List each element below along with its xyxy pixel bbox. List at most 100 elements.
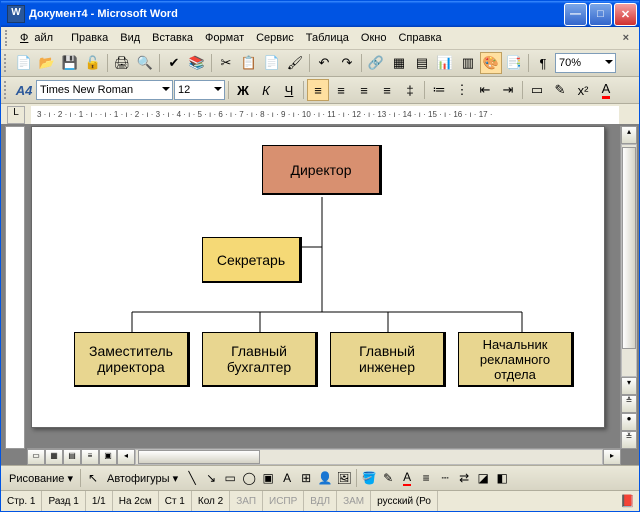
view-web-icon[interactable]: ▦: [45, 449, 63, 465]
font-color-icon[interactable]: A: [398, 469, 416, 487]
copy-icon[interactable]: 📋: [238, 52, 260, 74]
menu-window[interactable]: Окно: [355, 30, 393, 46]
menu-insert[interactable]: Вставка: [146, 30, 199, 46]
node-sub-0[interactable]: Заместитель директора: [74, 332, 190, 387]
textbox-icon[interactable]: ▣: [259, 469, 277, 487]
superscript-icon[interactable]: x²: [572, 79, 594, 101]
font-color-icon[interactable]: A: [595, 79, 617, 101]
increase-indent-icon[interactable]: ⇥: [497, 79, 519, 101]
drawing-icon[interactable]: 🎨: [480, 52, 502, 74]
line-icon[interactable]: ╲: [183, 469, 201, 487]
excel-icon[interactable]: 📊: [434, 52, 456, 74]
font-dropdown[interactable]: Times New Roman: [36, 80, 173, 100]
doc-map-icon[interactable]: 📑: [503, 52, 525, 74]
toolbar-grip[interactable]: [4, 81, 10, 99]
menu-format[interactable]: Формат: [199, 30, 250, 46]
menu-table[interactable]: Таблица: [300, 30, 355, 46]
save-icon[interactable]: 💾: [59, 52, 81, 74]
bold-icon[interactable]: Ж: [232, 79, 254, 101]
format-painter-icon[interactable]: 🖌: [284, 52, 306, 74]
maximize-button[interactable]: □: [589, 3, 612, 26]
redo-icon[interactable]: ↷: [336, 52, 358, 74]
tables-borders-icon[interactable]: ▦: [388, 52, 410, 74]
menu-help[interactable]: Справка: [392, 30, 447, 46]
print-icon[interactable]: 🖨: [111, 52, 133, 74]
menubar-grip[interactable]: [5, 30, 11, 46]
preview-icon[interactable]: 🔍: [134, 52, 156, 74]
columns-icon[interactable]: ▥: [457, 52, 479, 74]
permission-icon[interactable]: 🔓: [82, 52, 104, 74]
align-center-icon[interactable]: ≡: [330, 79, 352, 101]
vertical-scrollbar[interactable]: ▴ ▾ ≙ ● ≚: [620, 126, 637, 449]
show-marks-icon[interactable]: ¶: [532, 52, 554, 74]
menu-view[interactable]: Вид: [114, 30, 146, 46]
highlight-icon[interactable]: ✎: [549, 79, 571, 101]
scroll-up-icon[interactable]: ▴: [621, 126, 637, 144]
menu-file[interactable]: Файлdocument.currentScript.previousSibli…: [14, 30, 65, 46]
view-normal-icon[interactable]: ▭: [27, 449, 45, 465]
drawing-menu[interactable]: Рисование ▾: [5, 472, 77, 485]
arrow-icon[interactable]: ↘: [202, 469, 220, 487]
paste-icon[interactable]: 📄: [261, 52, 283, 74]
node-sub-1[interactable]: Главный бухгалтер: [202, 332, 318, 387]
numbered-list-icon[interactable]: ≔: [428, 79, 450, 101]
node-sub-3[interactable]: Начальник рекламного отдела: [458, 332, 574, 387]
status-rec[interactable]: ЗАП: [230, 491, 263, 511]
fill-color-icon[interactable]: 🪣: [360, 469, 378, 487]
line-color-icon[interactable]: ✎: [379, 469, 397, 487]
view-outline-icon[interactable]: ≡: [81, 449, 99, 465]
hyperlink-icon[interactable]: 🔗: [365, 52, 387, 74]
tab-selector[interactable]: L: [7, 106, 25, 124]
view-reading-icon[interactable]: ▣: [99, 449, 117, 465]
status-ext[interactable]: ВДЛ: [304, 491, 337, 511]
open-icon[interactable]: 📂: [36, 52, 58, 74]
node-director[interactable]: Директор: [262, 145, 382, 195]
dash-style-icon[interactable]: ┄: [436, 469, 454, 487]
decrease-indent-icon[interactable]: ⇤: [474, 79, 496, 101]
borders-icon[interactable]: ▭: [526, 79, 548, 101]
page[interactable]: Директор Секретарь Заместитель директора…: [31, 126, 605, 428]
scroll-right-icon[interactable]: ▸: [603, 449, 621, 465]
rectangle-icon[interactable]: ▭: [221, 469, 239, 487]
scroll-down-icon[interactable]: ▾: [621, 377, 637, 395]
new-doc-icon[interactable]: 📄: [13, 52, 35, 74]
arrow-style-icon[interactable]: ⇄: [455, 469, 473, 487]
select-arrow-icon[interactable]: ↖: [84, 469, 102, 487]
node-sub-2[interactable]: Главный инженер: [330, 332, 446, 387]
spell-status-icon[interactable]: 📕: [620, 494, 635, 508]
org-chart[interactable]: Директор Секретарь Заместитель директора…: [72, 137, 572, 417]
3d-icon[interactable]: ◧: [493, 469, 511, 487]
scroll-left-icon[interactable]: ◂: [117, 449, 135, 465]
font-size-dropdown[interactable]: 12: [174, 80, 225, 100]
node-secretary[interactable]: Секретарь: [202, 237, 302, 283]
line-style-icon[interactable]: ≡: [417, 469, 435, 487]
vertical-ruler[interactable]: [5, 126, 25, 449]
view-print-icon[interactable]: ▤: [63, 449, 81, 465]
align-left-icon[interactable]: ≡: [307, 79, 329, 101]
spellcheck-icon[interactable]: ✔: [163, 52, 185, 74]
doc-close-button[interactable]: ×: [617, 30, 635, 46]
wordart-icon[interactable]: A: [278, 469, 296, 487]
hscroll-track[interactable]: [135, 449, 603, 465]
picture-icon[interactable]: 🖼: [335, 469, 353, 487]
status-trk[interactable]: ИСПР: [263, 491, 304, 511]
autoshapes-menu[interactable]: Автофигуры ▾: [103, 472, 182, 485]
toolbar-grip[interactable]: [4, 54, 10, 72]
horizontal-ruler[interactable]: 3 · ı · 2 · ı · 1 · ı · · ı · 1 · ı · 2 …: [31, 106, 619, 125]
vscroll-thumb[interactable]: [622, 147, 636, 349]
status-lang[interactable]: русский (Ро: [371, 491, 438, 511]
next-page-icon[interactable]: ≚: [621, 431, 637, 449]
close-button[interactable]: ✕: [614, 3, 637, 26]
prev-page-icon[interactable]: ≙: [621, 395, 637, 413]
clipart-icon[interactable]: 👤: [316, 469, 334, 487]
oval-icon[interactable]: ◯: [240, 469, 258, 487]
vscroll-track[interactable]: [621, 144, 637, 377]
research-icon[interactable]: 📚: [186, 52, 208, 74]
underline-icon[interactable]: Ч: [278, 79, 300, 101]
undo-icon[interactable]: ↶: [313, 52, 335, 74]
diagram-icon[interactable]: ⊞: [297, 469, 315, 487]
insert-table-icon[interactable]: ▤: [411, 52, 433, 74]
shadow-icon[interactable]: ◪: [474, 469, 492, 487]
minimize-button[interactable]: ―: [564, 3, 587, 26]
line-spacing-icon[interactable]: ‡: [399, 79, 421, 101]
